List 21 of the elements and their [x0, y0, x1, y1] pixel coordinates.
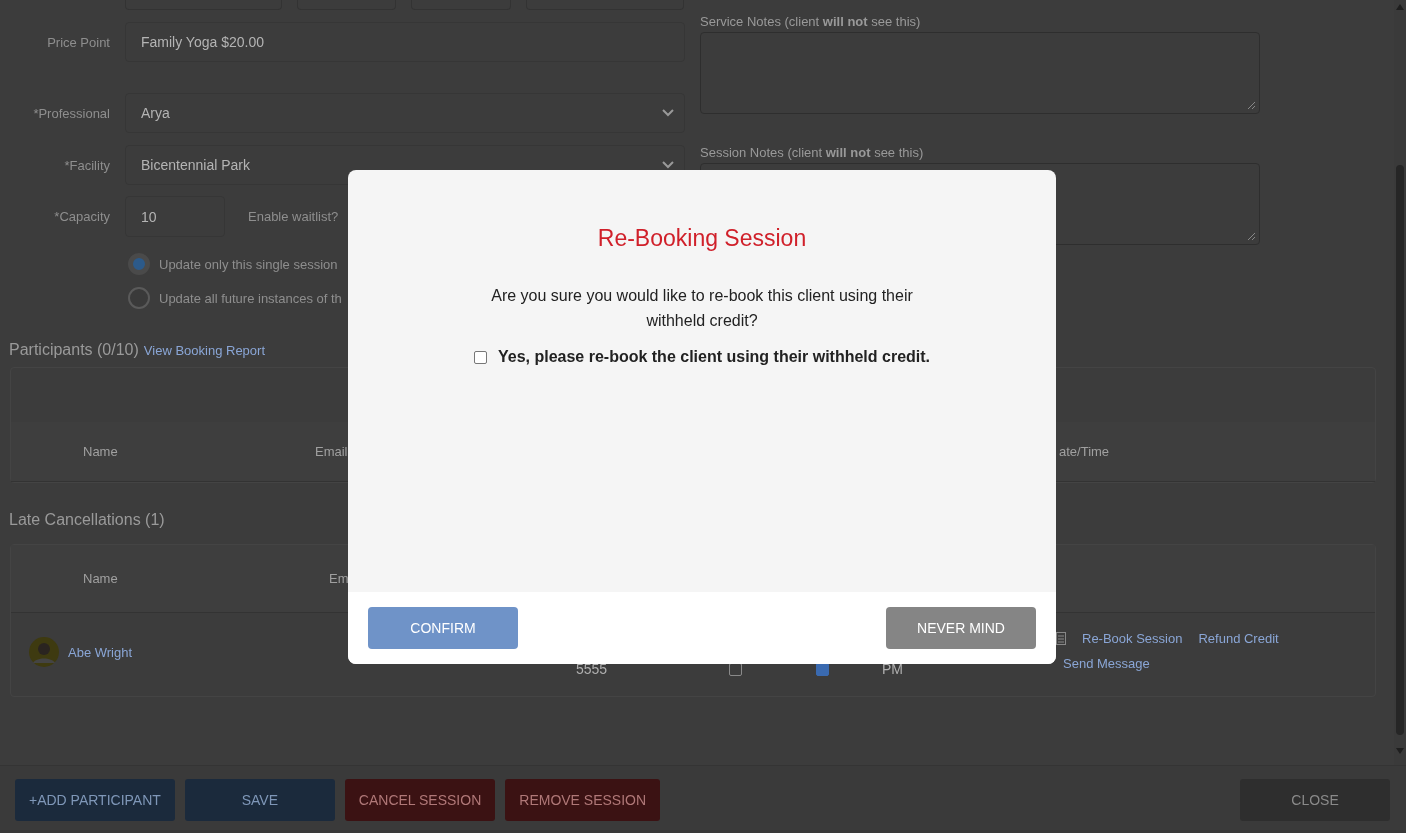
column-header: Em: [329, 571, 350, 586]
field-label: Enable waitlist?: [248, 209, 339, 224]
dialog-message: Are you sure you would like to re-book this client using their withheld credit?: [490, 286, 914, 331]
radio-label: Update all future instances of th: [159, 290, 342, 306]
checkbox-label: Yes, please re-book the client using their withheld credit.: [497, 348, 931, 366]
phone-cell-text: 5555: [576, 661, 609, 677]
column-header: Email: [315, 444, 349, 459]
column-header: Name: [83, 444, 119, 459]
field-label: *Professional: [32, 105, 110, 121]
time-cell-text: PM: [882, 661, 904, 677]
dialog-title: Re-Booking Session: [597, 225, 807, 252]
field-label: Price Point: [46, 34, 110, 50]
field-label: *Capacity: [53, 209, 110, 224]
column-header: Name: [83, 571, 119, 586]
column-header: ate/Time: [1059, 444, 1111, 459]
radio-label: Update only this single session: [159, 256, 338, 272]
notes-label: Session Notes (client will not see this): [700, 145, 925, 160]
section-title: Participants (0/10): [9, 341, 139, 359]
section-title: Late Cancellations (1): [9, 511, 165, 529]
field-label: *Facility: [63, 157, 110, 173]
notes-label: Service Notes (client will not see this): [700, 14, 922, 29]
